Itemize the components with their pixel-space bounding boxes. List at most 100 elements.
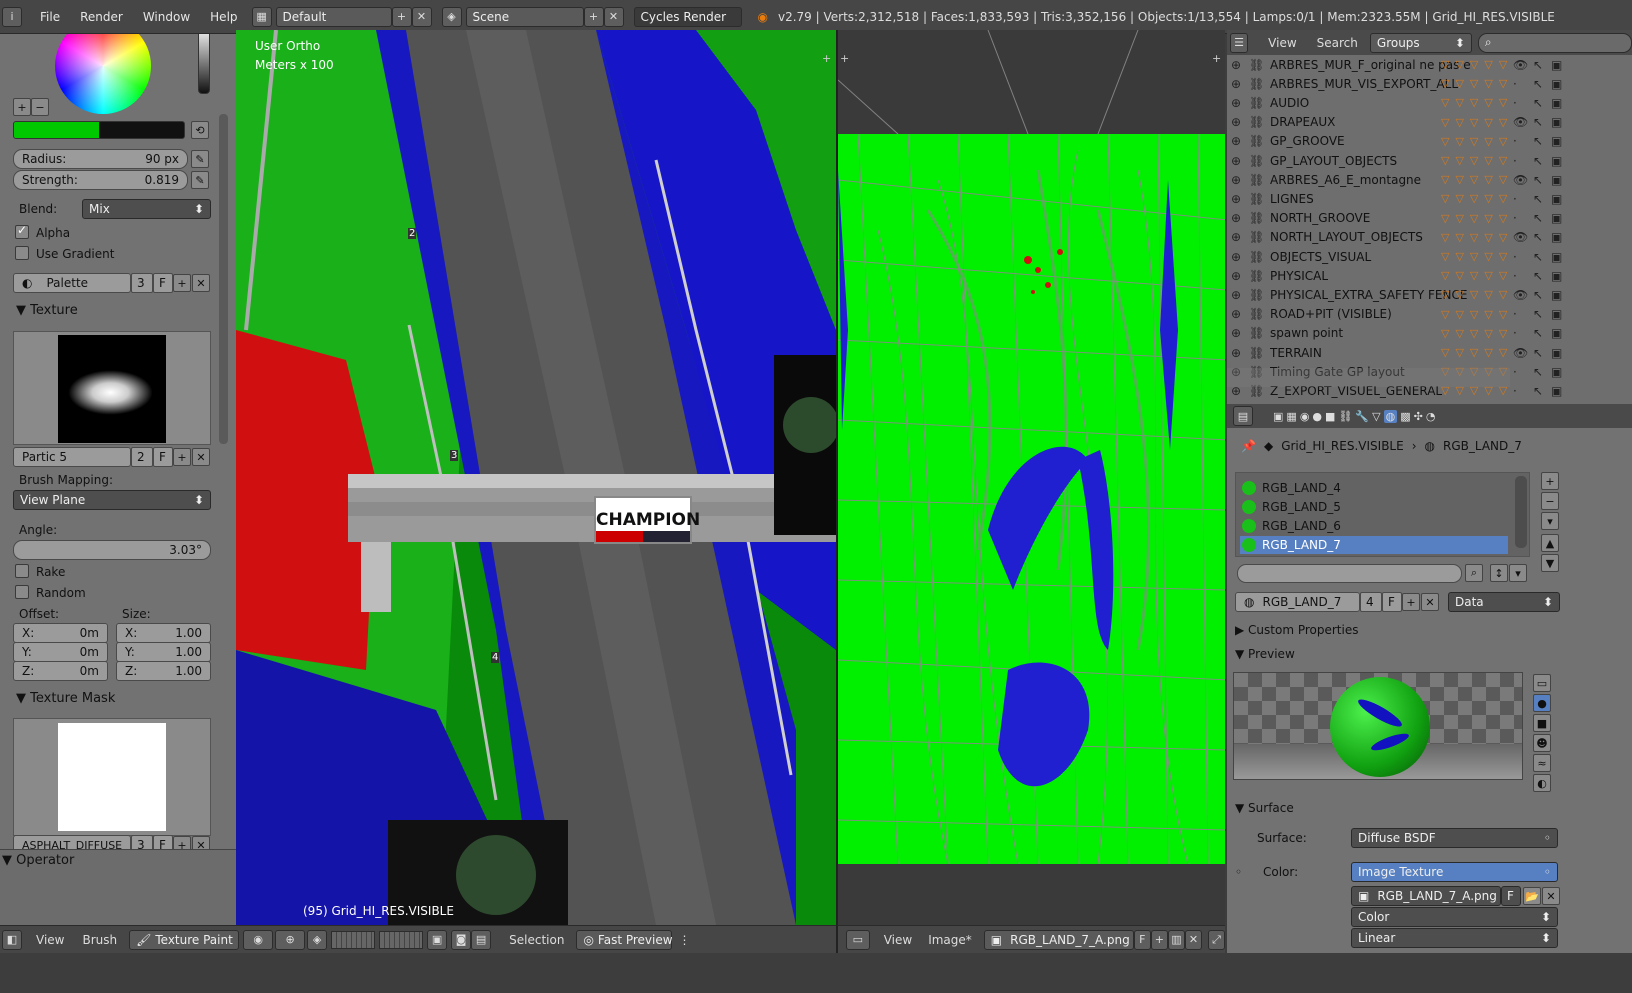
mode-select[interactable]: 🖌 Texture Paint — [129, 929, 240, 950]
texture-selector[interactable]: Partic 5 — [13, 447, 131, 467]
material-selector[interactable]: ◍ RGB_LAND_7 — [1235, 592, 1360, 612]
group-name[interactable]: GP_GROOVE — [1270, 134, 1470, 148]
custom-properties-panel-header[interactable]: ▶ Custom Properties — [1235, 623, 1358, 637]
select-cursor-icon[interactable]: ↖ — [1533, 250, 1543, 264]
outliner-group-row[interactable]: ⊕ ⛓ GP_GROOVE ▽▽▽▽▽ · ↖ ▣ — [1227, 132, 1632, 151]
material-slot-remove-button[interactable]: − — [1541, 492, 1559, 510]
render-camera-icon[interactable]: ▣ — [1551, 307, 1562, 321]
radius-pressure-icon[interactable]: ✎ — [191, 150, 209, 168]
preview-cube-icon[interactable]: ■ — [1533, 714, 1551, 732]
select-cursor-icon[interactable]: ↖ — [1533, 211, 1543, 225]
palette-selector[interactable]: ◐ Palette — [13, 273, 131, 293]
outliner-group-row[interactable]: ⊕ ⛓ PHYSICAL ▽▽▽▽▽ · ↖ ▣ — [1227, 266, 1632, 285]
group-name[interactable]: GP_LAYOUT_OBJECTS — [1270, 154, 1470, 168]
image-menu[interactable]: Image* — [928, 933, 972, 947]
image-open-button[interactable]: ▥ — [1167, 929, 1185, 950]
rake-checkbox[interactable] — [15, 564, 29, 578]
material-slot-move-up-button[interactable]: ▲ — [1541, 534, 1559, 552]
outliner-group-row[interactable]: ⊕ ⛓ GP_LAYOUT_OBJECTS ▽▽▽▽▽ · ↖ ▣ — [1227, 151, 1632, 170]
group-name[interactable]: ARBRES_MUR_F_original ne pas exporter — [1270, 58, 1470, 72]
visibility-eye-icon[interactable]: · — [1513, 192, 1517, 206]
header-grip-icon[interactable]: ⋮ — [678, 933, 690, 947]
layout-add-button[interactable]: + — [391, 6, 412, 27]
uv-image-editor[interactable]: + + — [836, 30, 1225, 925]
uv-corner-plus-icon[interactable]: + — [840, 52, 849, 65]
selection-menu[interactable]: Selection — [509, 933, 564, 947]
texture-new-button[interactable]: + — [173, 448, 191, 466]
select-cursor-icon[interactable]: ↖ — [1533, 307, 1543, 321]
filter-search-icon[interactable]: ⌕ — [1465, 564, 1483, 582]
outliner-group-row[interactable]: ⊕ ⛓ NORTH_LAYOUT_OBJECTS ▽▽▽▽▽ 👁 ↖ ▣ — [1227, 228, 1632, 247]
select-cursor-icon[interactable]: ↖ — [1533, 192, 1543, 206]
properties-editor-icon[interactable]: ▤ — [1233, 406, 1253, 426]
group-name[interactable]: TERRAIN — [1270, 346, 1470, 360]
material-tab-icon[interactable]: ◍ — [1383, 409, 1398, 423]
info-editor-icon[interactable]: i — [2, 6, 22, 27]
uv-corner-plus-right-icon[interactable]: + — [1212, 52, 1221, 65]
group-name[interactable]: NORTH_LAYOUT_OBJECTS — [1270, 230, 1470, 244]
select-cursor-icon[interactable]: ↖ — [1533, 230, 1543, 244]
visibility-eye-icon[interactable]: · — [1513, 307, 1517, 321]
select-cursor-icon[interactable]: ↖ — [1533, 115, 1543, 129]
layout-icon[interactable]: ▦ — [251, 6, 272, 27]
image-unlink-button[interactable]: ✕ — [1542, 887, 1560, 905]
preview-flat-icon[interactable]: ▭ — [1533, 674, 1551, 692]
render-camera-icon[interactable]: ▣ — [1551, 365, 1562, 379]
material-slot-move-down-button[interactable]: ▼ — [1541, 554, 1559, 572]
outliner-group-row[interactable]: ⊕ ⛓ PHYSICAL_EXTRA_SAFETY FENCE ▽▽▽▽▽ 👁 ↖ ▣ — [1227, 285, 1632, 304]
image-view-menu[interactable]: View — [884, 933, 912, 947]
render-layers-tab-icon[interactable]: ▦ — [1286, 410, 1296, 423]
render-camera-icon[interactable]: ▣ — [1551, 288, 1562, 302]
group-name[interactable]: AUDIO — [1270, 96, 1470, 110]
layers-grid-a[interactable] — [331, 930, 376, 949]
render-camera-icon[interactable]: ▣ — [1551, 269, 1562, 283]
expand-icon[interactable]: ⊕ — [1231, 96, 1245, 110]
scene-select[interactable]: Scene — [465, 6, 584, 27]
outliner-editor-icon[interactable]: ☰ — [1230, 32, 1249, 53]
outliner-group-row[interactable]: ⊕ ⛓ spawn point ▽▽▽▽▽ · ↖ ▣ — [1227, 324, 1632, 343]
visibility-eye-icon[interactable]: · — [1513, 154, 1517, 168]
image-fake-user-toggle[interactable]: F — [1133, 929, 1151, 950]
render-tab-icon[interactable]: ▣ — [1273, 410, 1283, 423]
expand-icon[interactable]: ⊕ — [1231, 230, 1245, 244]
render-camera-icon[interactable]: ▣ — [1551, 77, 1562, 91]
scene-remove-button[interactable]: ✕ — [603, 6, 624, 27]
visibility-eye-icon[interactable]: · — [1513, 211, 1517, 225]
group-name[interactable]: ARBRES_A6_E_montagne — [1270, 173, 1470, 187]
expand-icon[interactable]: ⊕ — [1231, 346, 1245, 360]
material-filter-input[interactable] — [1237, 564, 1462, 583]
offset-z-field[interactable]: Z: 0m — [13, 661, 108, 681]
random-checkbox[interactable] — [15, 585, 29, 599]
group-name[interactable]: PHYSICAL — [1270, 269, 1470, 283]
use-gradient-checkbox[interactable] — [15, 246, 29, 260]
palette-unlink-button[interactable]: ✕ — [192, 274, 210, 292]
render-camera-icon[interactable]: ▣ — [1551, 173, 1562, 187]
layout-select[interactable]: Default — [275, 6, 392, 27]
visibility-eye-icon[interactable]: · — [1513, 269, 1517, 283]
render-camera-icon[interactable]: ▣ — [1551, 58, 1562, 72]
viewport-corner-plus-icon[interactable]: + — [822, 52, 831, 65]
material-slot-item[interactable]: RGB_LAND_7 — [1240, 536, 1508, 554]
size-y-field[interactable]: Y: 1.00 — [116, 642, 211, 662]
operator-panel-header[interactable]: ▼ Operator — [2, 853, 74, 868]
strength-pressure-icon[interactable]: ✎ — [191, 171, 209, 189]
editor-type-icon[interactable]: ◧ — [2, 929, 22, 950]
expand-icon[interactable]: ⊕ — [1231, 58, 1245, 72]
tool-shelf-scrollbar[interactable] — [219, 114, 228, 444]
material-slot-specials-button[interactable]: ▾ — [1541, 512, 1559, 530]
group-name[interactable]: DRAPEAUX — [1270, 115, 1470, 129]
expand-icon[interactable]: ⊕ — [1231, 134, 1245, 148]
menu-render[interactable]: Render — [70, 10, 133, 24]
render-camera-icon[interactable]: ▣ — [1551, 192, 1562, 206]
select-cursor-icon[interactable]: ↖ — [1533, 326, 1543, 340]
constraints-tab-icon[interactable]: ⛓ — [1338, 410, 1352, 423]
render-camera-icon[interactable]: ▣ — [1551, 346, 1562, 360]
render-camera-icon[interactable]: ▣ — [1551, 250, 1562, 264]
select-cursor-icon[interactable]: ↖ — [1533, 134, 1543, 148]
render-camera-icon[interactable]: ▣ — [1551, 96, 1562, 110]
visibility-eye-icon[interactable]: · — [1513, 77, 1517, 91]
group-name[interactable]: spawn point — [1270, 326, 1470, 340]
blend-select[interactable]: Mix ⬍ — [82, 199, 211, 219]
object-tab-icon[interactable]: ■ — [1325, 410, 1335, 423]
outliner-search-menu[interactable]: Search — [1317, 36, 1358, 50]
